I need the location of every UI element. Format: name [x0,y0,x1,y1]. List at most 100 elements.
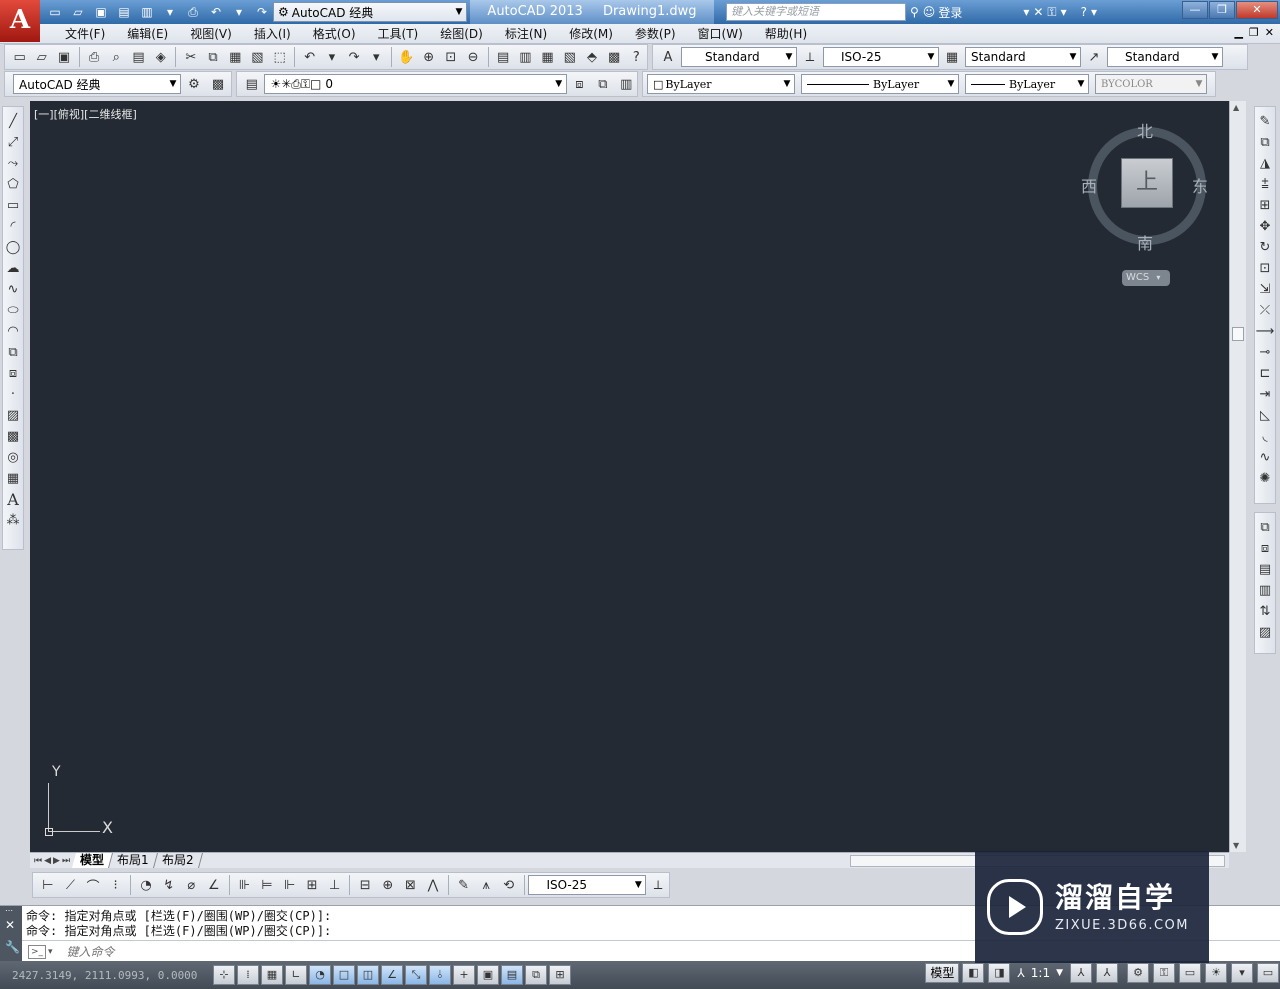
rotate-icon[interactable]: ↻ [1255,237,1275,258]
redo-icon[interactable]: ↷ [251,2,273,22]
menu-item[interactable]: 修改(M) [558,24,624,44]
new-file-icon[interactable]: ▭ [44,2,66,22]
selection-cycling-icon[interactable]: ⧉ [525,965,547,985]
tab-layout2[interactable]: 布局2 [153,853,203,868]
cut-icon[interactable]: ✂ [180,46,201,68]
open-icon[interactable]: ▱ [31,46,52,68]
point-icon[interactable]: · [3,384,23,405]
annotation-visibility-icon[interactable]: ⅄ [1070,963,1092,983]
break-icon[interactable]: ⊏ [1255,363,1275,384]
layer-select[interactable]: ☀ ✳ ⎙ ⚿ □ 0 ▼ [264,74,567,94]
line-icon[interactable]: ╱ [3,111,23,132]
diameter-dim-icon[interactable]: ⌀ [180,874,202,896]
layer-states-icon[interactable]: ▥ [616,73,637,95]
make-block-icon[interactable]: ⧈ [3,363,23,384]
menu-item[interactable]: 帮助(H) [754,24,818,44]
workspace-switching-icon[interactable]: ⚙ [1127,963,1149,983]
command-input[interactable] [66,944,767,959]
3d-print-icon[interactable]: ◈ [150,46,171,68]
explode-icon[interactable]: ✺ [1255,468,1275,489]
undo-dropdown-icon[interactable]: ▾ [321,46,342,68]
undo-icon[interactable]: ↶ [299,46,320,68]
gradient-icon[interactable]: ▩ [3,426,23,447]
dim-style-control[interactable]: ISO-25 ▼ [528,875,647,895]
first-tab-icon[interactable]: ⏮ [34,856,42,866]
insert-block-icon[interactable]: ⧉ [3,342,23,363]
zoom-realtime-icon[interactable]: ⊕ [418,46,439,68]
wrench-icon[interactable]: 🔧 [5,940,20,954]
quick-view-layouts-icon[interactable]: ◧ [962,963,985,983]
aligned-dim-icon[interactable]: ⟋ [60,874,82,896]
annotation-scale-icon[interactable]: ⅄ [1013,966,1028,980]
radius-dim-icon[interactable]: ◔ [135,874,157,896]
angular-dim-icon[interactable]: ∠ [203,874,225,896]
spline-icon[interactable]: ∿ [3,279,23,300]
erase-icon[interactable]: ✎ [1255,111,1275,132]
chamfer-icon[interactable]: ◺ [1255,405,1275,426]
polyline-icon[interactable]: ⤳ [3,153,23,174]
bring-above-icon[interactable]: ▤ [1255,559,1275,580]
copy-icon[interactable]: ⧉ [202,46,223,68]
linear-dim-icon[interactable]: ⊢ [37,874,59,896]
dim-break-icon[interactable]: ⊥ [324,874,346,896]
inspection-icon[interactable]: ⊠ [400,874,422,896]
account-icon[interactable]: ⚿ [1047,5,1056,20]
last-tab-icon[interactable]: ⏭ [62,856,70,866]
blend-curves-icon[interactable]: ∿ [1255,447,1275,468]
command-prompt-icon[interactable]: >_ [28,944,46,959]
polar-tracking-icon[interactable]: ◔ [309,965,331,985]
open-file-icon[interactable]: ▱ [67,2,89,22]
design-center-icon[interactable]: ▥ [515,46,536,68]
text-style-select[interactable]: Standard ▼ [681,47,797,67]
viewcube-north[interactable]: 北 [1137,118,1153,142]
help-icon[interactable]: ? [1081,5,1087,19]
next-tab-icon[interactable]: ▶ [53,856,60,866]
tab-layout1[interactable]: 布局1 [109,853,158,868]
move-icon[interactable]: ✥ [1255,216,1275,237]
save-icon[interactable]: ▣ [90,2,112,22]
wcs-menu[interactable]: WCS ▾ [1122,270,1170,286]
menu-item[interactable]: 编辑(E) [116,24,179,44]
text-to-front-icon[interactable]: ⇅ [1255,601,1275,622]
revision-cloud-icon[interactable]: ☁ [3,258,23,279]
chevron-down-icon[interactable]: ▾ [1061,5,1067,19]
menu-item[interactable]: 视图(V) [179,24,243,44]
rectangle-icon[interactable]: ▭ [3,195,23,216]
ellipse-arc-icon[interactable]: ◠ [3,321,23,342]
model-space-button[interactable]: 模型 [925,963,960,983]
arc-icon[interactable]: ◜ [3,216,23,237]
zoom-previous-icon[interactable]: ⊖ [462,46,483,68]
stretch-icon[interactable]: ⇲ [1255,279,1275,300]
chevron-down-icon[interactable]: ▾ [1091,5,1097,19]
chevron-down-icon[interactable]: ▼ [1052,968,1067,978]
search-input[interactable]: 键入关键字或短语 [726,3,906,21]
qnew-icon[interactable]: ▭ [9,46,30,68]
bring-to-front-icon[interactable]: ⧉ [1255,517,1275,538]
transparency-icon[interactable]: ▣ [477,965,499,985]
3d-object-snap-icon[interactable]: ◫ [357,965,379,985]
plot-style-select[interactable]: BYCOLOR ▼ [1095,74,1207,94]
menu-item[interactable]: 格式(O) [302,24,367,44]
annotation-monitor-icon[interactable]: ⊞ [549,965,571,985]
dim-text-edit-icon[interactable]: ⩚ [475,874,497,896]
doc-close-icon[interactable]: ✕ [1265,26,1274,39]
pan-icon[interactable]: ✋ [396,46,417,68]
dim-edit-icon[interactable]: ✎ [453,874,475,896]
clean-screen-icon[interactable]: ▭ [1257,963,1279,983]
table-icon[interactable]: ▦ [3,468,23,489]
fillet-icon[interactable]: ◟ [1255,426,1275,447]
menu-item[interactable]: 工具(T) [367,24,430,44]
dim-style-select[interactable]: ISO-25 ▼ [823,47,939,67]
publish-icon[interactable]: ▤ [128,46,149,68]
trim-icon[interactable]: ⤫ [1255,300,1275,321]
plot-icon[interactable]: ⎙ [182,2,204,22]
copy-object-icon[interactable]: ⧉ [1255,132,1275,153]
binoculars-icon[interactable]: ⚲ [910,5,919,19]
extend-icon[interactable]: ⟶ [1255,321,1275,342]
redo-dropdown-icon[interactable]: ▾ [366,46,387,68]
dim-update-icon[interactable]: ⟲ [498,874,520,896]
chevron-down-icon[interactable]: ▾ [48,947,53,957]
close-command-icon[interactable]: ✕ [5,918,15,932]
menu-item[interactable]: 参数(P) [624,24,687,44]
tool-palettes-icon[interactable]: ▦ [537,46,558,68]
